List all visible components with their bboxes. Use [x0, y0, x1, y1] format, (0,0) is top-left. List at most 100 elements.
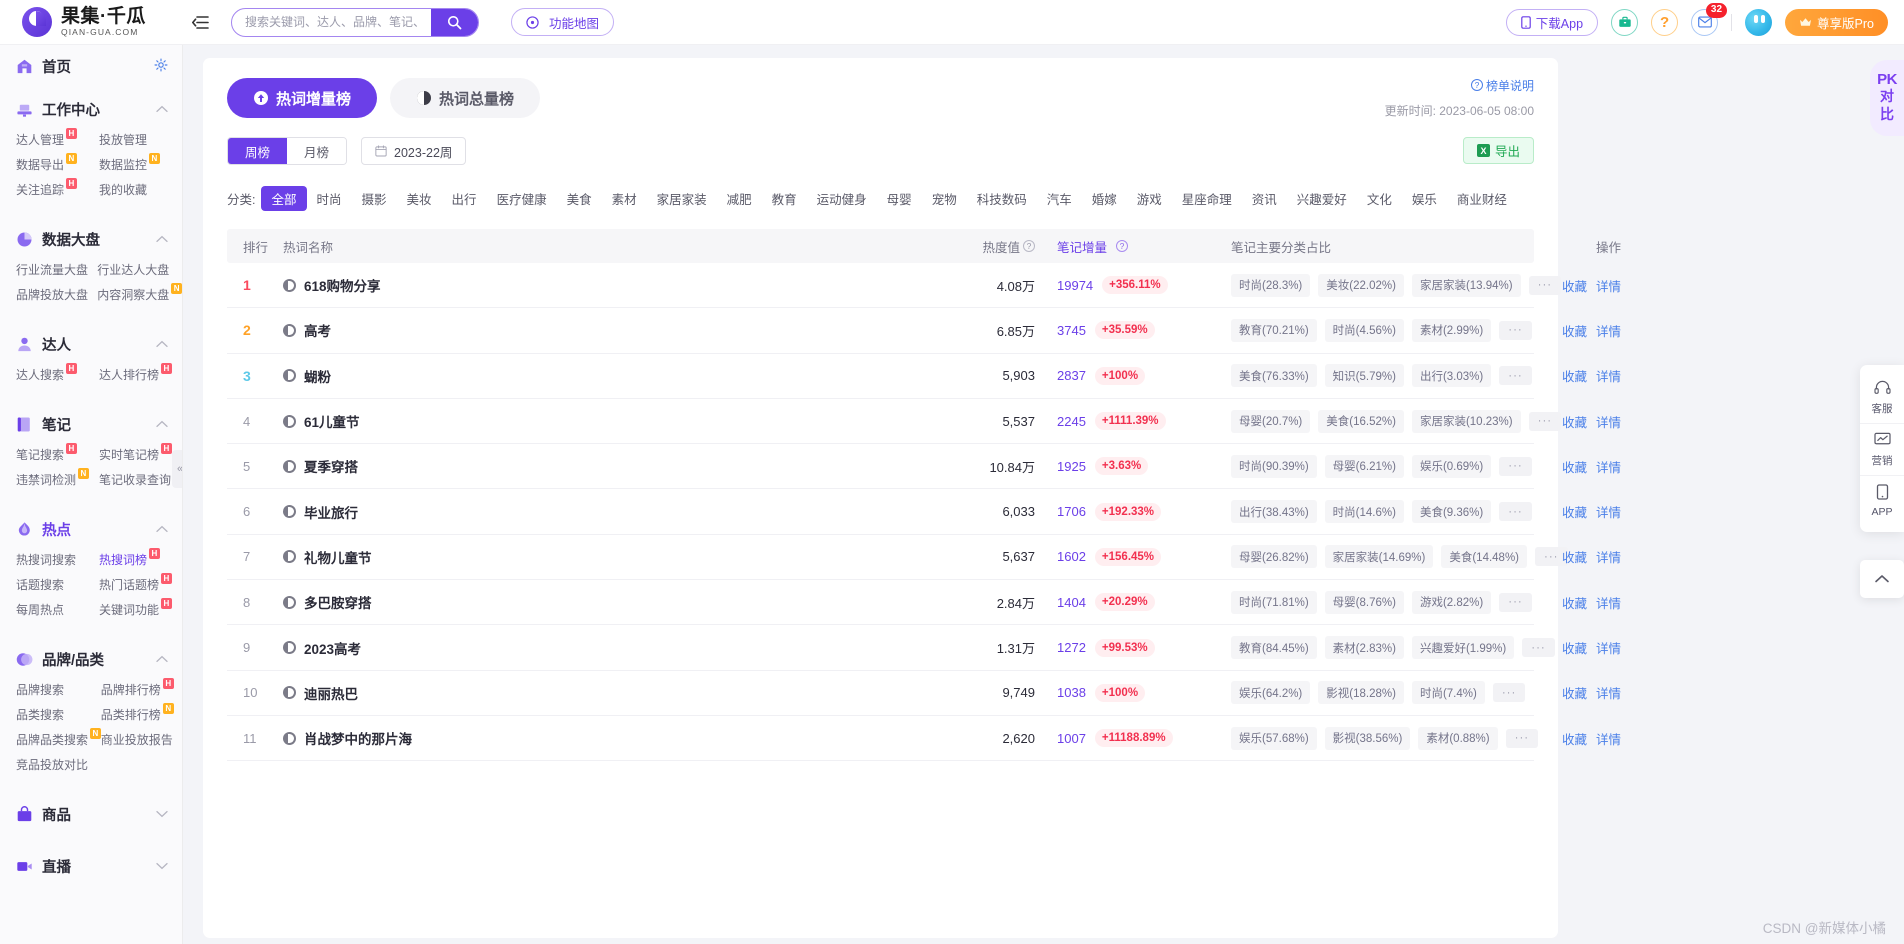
category-item-12[interactable]: 母婴	[877, 186, 922, 211]
sidebar-item-home[interactable]: 首页	[0, 45, 182, 88]
detail-link[interactable]: 详情	[1596, 729, 1621, 748]
category-item-3[interactable]: 美妆	[397, 186, 442, 211]
category-item-4[interactable]: 出行	[442, 186, 487, 211]
category-item-18[interactable]: 星座命理	[1172, 186, 1242, 211]
more-categories-button[interactable]: ···	[1499, 502, 1532, 522]
download-app-button[interactable]: 下载App	[1505, 8, 1599, 36]
pk-compare-tab[interactable]: PK 对 比	[1870, 60, 1904, 137]
category-item-5[interactable]: 医疗健康	[487, 186, 557, 211]
sidebar-item-1-1[interactable]: 行业达人大盘	[97, 261, 182, 279]
sidebar-item-0-0[interactable]: 达人管理 H	[16, 128, 99, 149]
sidebar-item-4-3[interactable]: 热门话题榜 H	[99, 573, 182, 594]
sidebar-item-4-5[interactable]: 关键词功能 H	[99, 598, 182, 619]
sidebar-item-0-5[interactable]: 我的收藏	[99, 181, 182, 199]
rail-item-app[interactable]: APP	[1860, 476, 1904, 525]
category-item-19[interactable]: 资讯	[1242, 186, 1287, 211]
mail-icon[interactable]: 32	[1691, 2, 1728, 36]
detail-link[interactable]: 详情	[1596, 321, 1621, 340]
chevron-up-icon[interactable]	[156, 339, 168, 351]
rank-note-link[interactable]: ? 榜单说明	[1470, 77, 1534, 94]
question-icon[interactable]: ?	[1651, 8, 1679, 36]
period-month[interactable]: 月榜	[287, 138, 347, 164]
category-item-1[interactable]: 时尚	[307, 186, 352, 211]
toolbox-icon[interactable]	[1611, 8, 1639, 36]
favorite-link[interactable]: 收藏	[1562, 638, 1587, 657]
chevron-up-icon[interactable]	[156, 104, 168, 116]
sidebar-item-0-1[interactable]: 投放管理	[99, 131, 182, 149]
more-categories-button[interactable]: ···	[1492, 683, 1526, 703]
category-item-2[interactable]: 摄影	[352, 186, 397, 211]
feature-map-button[interactable]: 功能地图	[511, 8, 615, 36]
sidebar-section-3[interactable]: 笔记	[0, 403, 182, 446]
chevron-up-icon[interactable]	[156, 234, 168, 246]
favorite-link[interactable]: 收藏	[1562, 683, 1587, 702]
sidebar-item-0-3[interactable]: 数据监控 N	[99, 153, 182, 174]
sidebar-section-5[interactable]: 品牌/品类	[0, 638, 182, 681]
detail-link[interactable]: 详情	[1596, 593, 1621, 612]
detail-link[interactable]: 详情	[1596, 547, 1621, 566]
search-icon[interactable]	[431, 8, 478, 36]
increment-help-icon[interactable]: ?	[1116, 240, 1129, 252]
table-row[interactable]: 9 2023高考 1.31万 1272 +99.53% 教育(84.45%) 素材(2.83…	[227, 625, 1621, 671]
table-row[interactable]: 8 多巴胺穿搭 2.84万 1404 +20.29% 时尚(71.81%) 母婴(8.76%…	[227, 580, 1621, 626]
sidebar-item-2-1[interactable]: 达人排行榜 H	[99, 363, 182, 384]
detail-link[interactable]: 详情	[1596, 457, 1621, 476]
global-search[interactable]	[231, 7, 479, 37]
sidebar-item-5-3[interactable]: 品类排行榜 N	[101, 703, 182, 724]
table-row[interactable]: 1 618购物分享 4.08万 19974 +356.11% 时尚(28.3%) 美妆(22…	[227, 263, 1621, 309]
th-heat[interactable]: 热度值 ?	[943, 237, 1035, 256]
sidebar-item-4-2[interactable]: 话题搜索	[16, 576, 99, 594]
sidebar-item-1-0[interactable]: 行业流量大盘	[16, 261, 97, 279]
more-categories-button[interactable]: ···	[1499, 320, 1532, 340]
category-item-9[interactable]: 减肥	[717, 186, 762, 211]
avatar[interactable]	[1745, 8, 1773, 36]
table-row[interactable]: 3 蝴粉 5,903 2837 +100% 美食(76.33%) 知识(5.79%) 出行(3…	[227, 354, 1621, 399]
sidebar-item-4-4[interactable]: 每周热点	[16, 601, 99, 619]
favorite-link[interactable]: 收藏	[1562, 276, 1587, 295]
sidebar-item-4-0[interactable]: 热搜词搜索	[16, 551, 99, 569]
sidebar-item-2-0[interactable]: 达人搜索 H	[16, 363, 99, 384]
sidebar-item-1-2[interactable]: 品牌投放大盘	[16, 286, 97, 304]
sidebar-section-7[interactable]: 直播	[0, 845, 182, 888]
tab-hotword-increment[interactable]: 热词增量榜	[227, 78, 378, 118]
detail-link[interactable]: 详情	[1596, 683, 1621, 702]
favorite-link[interactable]: 收藏	[1562, 547, 1587, 566]
more-categories-button[interactable]: ···	[1499, 456, 1532, 476]
gear-icon[interactable]	[154, 58, 168, 75]
tab-hotword-total[interactable]: 热词总量榜	[390, 78, 541, 118]
heat-help-icon[interactable]: ?	[1023, 240, 1035, 252]
sidebar-item-5-6[interactable]: 竞品投放对比	[16, 756, 101, 774]
pro-upgrade-button[interactable]: 尊享版Pro	[1785, 8, 1888, 36]
sidebar-item-5-1[interactable]: 品牌排行榜 H	[101, 678, 182, 699]
favorite-link[interactable]: 收藏	[1562, 593, 1587, 612]
sidebar-section-4[interactable]: 热点	[0, 508, 182, 551]
sidebar-item-5-5[interactable]: 商业投放报告	[101, 731, 182, 749]
category-item-10[interactable]: 教育	[762, 186, 807, 211]
sidebar-item-0-4[interactable]: 关注追踪 H	[16, 178, 99, 199]
favorite-link[interactable]: 收藏	[1562, 321, 1587, 340]
category-item-0[interactable]: 全部	[261, 186, 307, 211]
sidebar-section-6[interactable]: 商品	[0, 793, 182, 836]
export-button[interactable]: X 导出	[1462, 137, 1534, 164]
table-row[interactable]: 6 毕业旅行 6,033 1706 +192.33% 出行(38.43%) 时尚(14.6%…	[227, 489, 1621, 535]
sidebar-section-1[interactable]: 数据大盘	[0, 218, 182, 261]
detail-link[interactable]: 详情	[1596, 638, 1621, 657]
more-categories-button[interactable]: ···	[1499, 366, 1532, 386]
table-row[interactable]: 5 夏季穿搭 10.84万 1925 +3.63% 时尚(90.39%) 母婴(6.21%)…	[227, 444, 1621, 490]
sidebar-item-0-2[interactable]: 数据导出 N	[16, 153, 99, 174]
th-increment[interactable]: 笔记增量 ?	[1035, 237, 1231, 256]
category-item-11[interactable]: 运动健身	[807, 186, 877, 211]
detail-link[interactable]: 详情	[1596, 276, 1621, 295]
brand-logo[interactable]: 果集·千瓜 QIAN-GUA.COM	[0, 7, 183, 37]
favorite-link[interactable]: 收藏	[1562, 457, 1587, 476]
category-item-21[interactable]: 文化	[1357, 186, 1402, 211]
sidebar-item-4-1[interactable]: 热搜词榜 H	[99, 548, 182, 569]
sidebar-item-5-4[interactable]: 品牌品类搜索 N	[16, 728, 101, 749]
table-row[interactable]: 2 高考 6.85万 3745 +35.59% 教育(70.21%) 时尚(4.56%) 素材…	[227, 308, 1621, 354]
favorite-link[interactable]: 收藏	[1562, 412, 1587, 431]
chevron-down-icon[interactable]	[156, 861, 168, 873]
favorite-link[interactable]: 收藏	[1562, 502, 1587, 521]
sidebar-item-3-1[interactable]: 实时笔记榜 H	[99, 443, 182, 464]
detail-link[interactable]: 详情	[1596, 502, 1621, 521]
category-item-16[interactable]: 婚嫁	[1082, 186, 1127, 211]
